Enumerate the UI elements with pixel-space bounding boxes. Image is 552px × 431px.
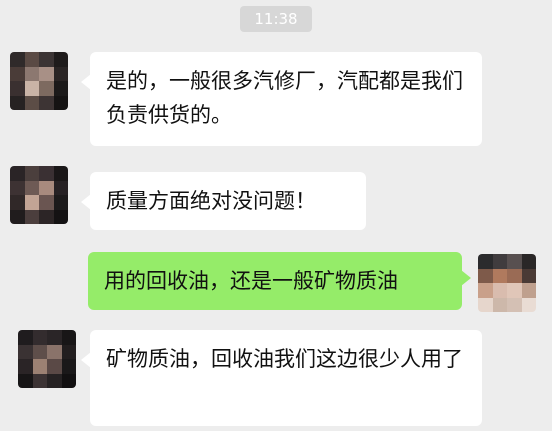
my-avatar[interactable] (478, 254, 536, 312)
contact-avatar[interactable] (18, 330, 76, 388)
contact-avatar[interactable] (10, 52, 68, 110)
message-bubble-incoming[interactable]: 矿物质油，回收油我们这边很少人用了 (81, 330, 482, 426)
message-text: 质量方面绝对没问题！ (106, 189, 316, 213)
message-text: 是的，一般很多汽修厂，汽配都是我们负责供货的。 (106, 69, 463, 127)
message-bubble-incoming[interactable]: 质量方面绝对没问题！ (81, 172, 366, 230)
timestamp-chip: 11:38 (240, 6, 312, 32)
contact-avatar[interactable] (10, 166, 68, 224)
timestamp-text: 11:38 (254, 10, 298, 28)
message-bubble-outgoing[interactable]: 用的回收油，还是一般矿物质油 (88, 252, 471, 310)
message-bubble-incoming[interactable]: 是的，一般很多汽修厂，汽配都是我们负责供货的。 (81, 52, 482, 146)
message-text: 矿物质油，回收油我们这边很少人用了 (106, 347, 463, 371)
message-text: 用的回收油，还是一般矿物质油 (104, 269, 398, 293)
